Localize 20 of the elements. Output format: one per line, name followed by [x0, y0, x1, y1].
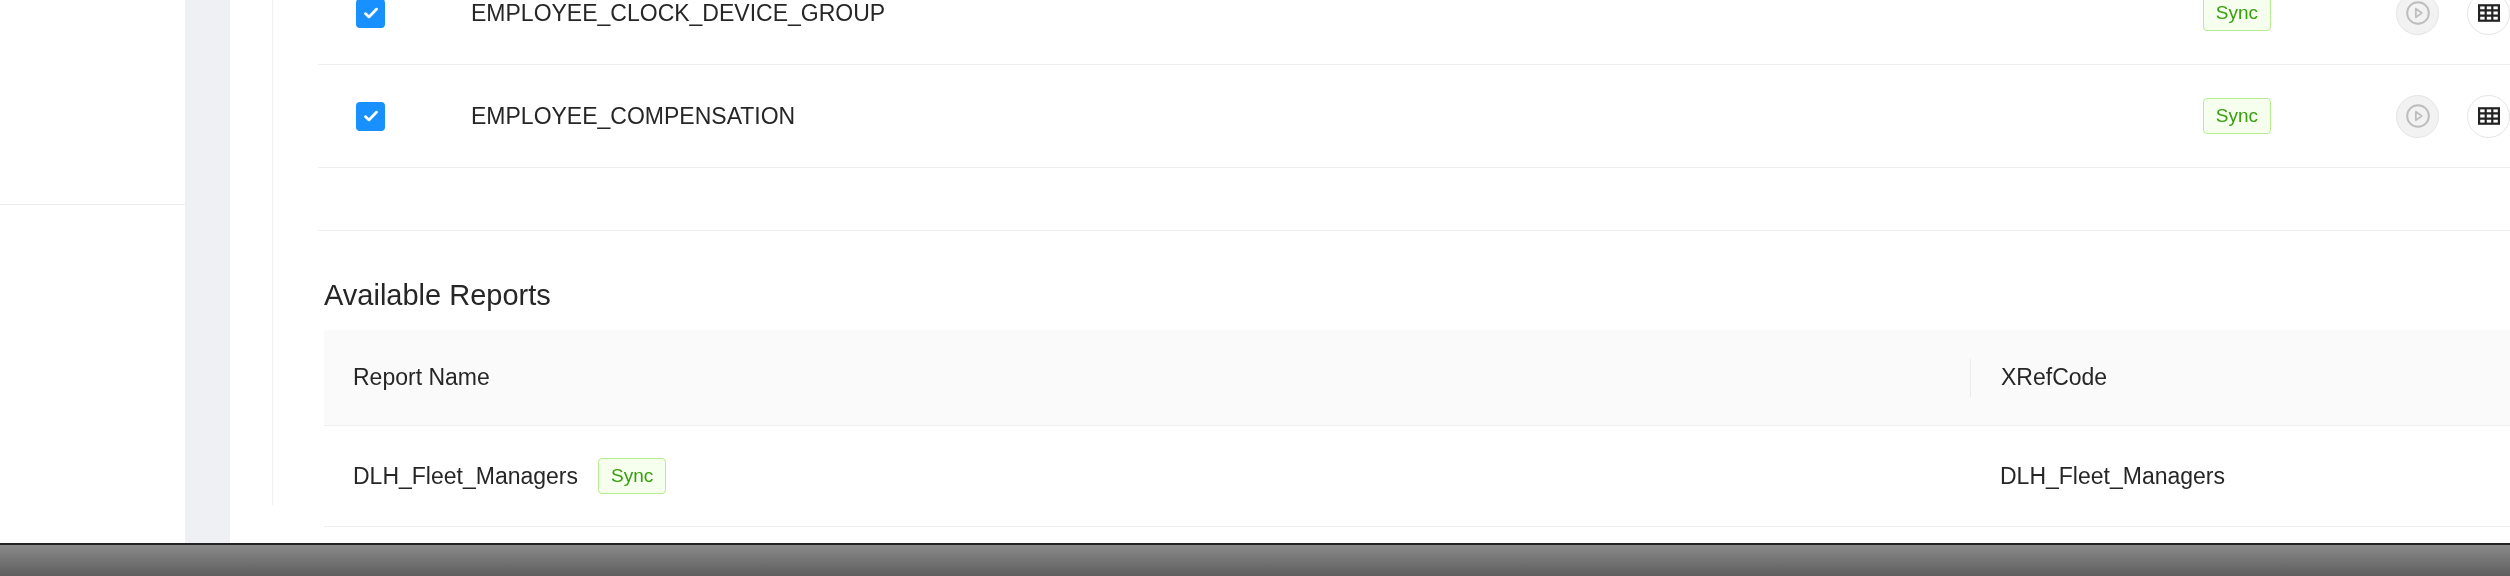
- play-icon: [2404, 0, 2431, 26]
- xref-code: DLH_Fleet_Managers: [2000, 462, 2225, 490]
- play-icon: [2404, 103, 2431, 129]
- sync-tag: Sync: [2202, 0, 2271, 31]
- run-button[interactable]: [2396, 94, 2439, 138]
- column-header: Report Name: [353, 364, 490, 391]
- section-title: Available Reports: [324, 279, 552, 312]
- checkbox[interactable]: [356, 101, 385, 131]
- sync-tag: Sync: [2202, 98, 2271, 134]
- table-button[interactable]: [2467, 0, 2510, 35]
- grid-icon: [2477, 107, 2500, 125]
- table-button[interactable]: [2467, 94, 2510, 138]
- checkbox[interactable]: [356, 0, 385, 28]
- column-header: XRefCode: [2001, 364, 2108, 391]
- grid-icon: [2477, 4, 2500, 22]
- run-button[interactable]: [2396, 0, 2439, 35]
- report-name: DLH_Fleet_Managers: [353, 462, 578, 490]
- entity-name: EMPLOYEE_CLOCK_DEVICE_GROUP: [471, 0, 887, 27]
- sync-tag: Sync: [598, 458, 667, 494]
- entity-name: EMPLOYEE_COMPENSATION: [471, 102, 797, 130]
